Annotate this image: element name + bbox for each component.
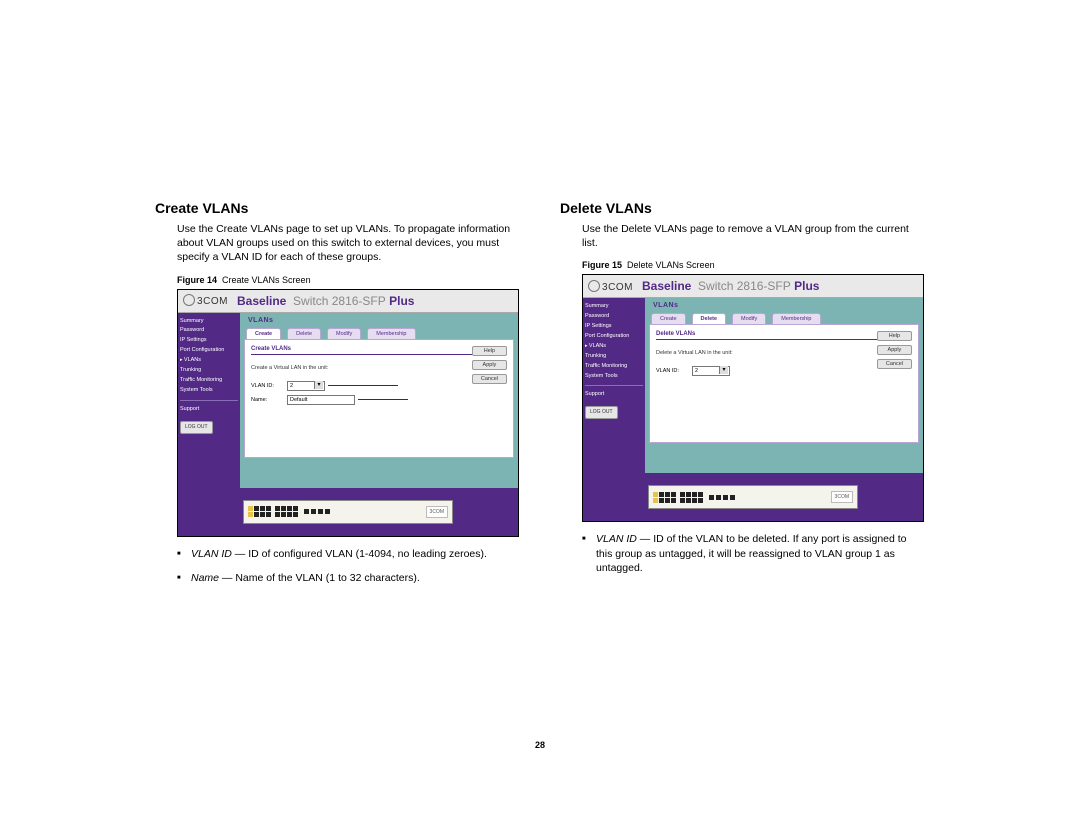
vlanid-select[interactable]: 2 xyxy=(287,381,325,391)
screenshot-create-vlans: 3COM Baseline Switch 2816-SFP Plus Summa… xyxy=(177,289,519,537)
logo-3com: 3COM xyxy=(178,294,233,307)
logo-3com: 3COM xyxy=(583,280,638,293)
vlanid-underline xyxy=(328,385,398,386)
panel-desc: Delete a Virtual LAN in the unit: xyxy=(656,350,912,356)
sidebar-item-trunking[interactable]: Trunking xyxy=(180,366,238,376)
name-label: Name: xyxy=(251,397,287,403)
sidebar-item-traffic[interactable]: Traffic Monitoring xyxy=(585,362,643,372)
bullet-vlanid-delete: VLAN ID — ID of the VLAN to be deleted. … xyxy=(582,532,925,575)
product-banner: Baseline Switch 2816-SFP Plus xyxy=(638,279,923,293)
cancel-button[interactable]: Cancel xyxy=(877,359,912,369)
tab-create[interactable]: Create xyxy=(246,328,281,339)
vlanid-label: VLAN ID: xyxy=(251,383,287,389)
tab-modify[interactable]: Modify xyxy=(732,313,766,324)
sidebar-item-summary[interactable]: Summary xyxy=(585,302,643,312)
tab-membership[interactable]: Membership xyxy=(772,313,820,324)
sidebar-item-traffic[interactable]: Traffic Monitoring xyxy=(180,376,238,386)
vlanid-label: VLAN ID: xyxy=(656,368,692,374)
sidebar-nav: Summary Password IP Settings Port Config… xyxy=(583,298,645,473)
panel-title: Create VLANs xyxy=(251,346,507,355)
help-button[interactable]: Help xyxy=(472,346,507,356)
tab-delete[interactable]: Delete xyxy=(287,328,321,339)
sidebar-item-support[interactable]: Support xyxy=(585,390,643,400)
panel-desc: Create a Virtual LAN in the unit: xyxy=(251,365,507,371)
section-heading-delete: Delete VLANs xyxy=(560,200,925,216)
intro-delete: Use the Delete VLANs page to remove a VL… xyxy=(582,222,925,250)
panel-title: Delete VLANs xyxy=(656,331,912,340)
sidebar-item-system-tools[interactable]: System Tools xyxy=(585,372,643,382)
product-banner: Baseline Switch 2816-SFP Plus xyxy=(233,294,518,308)
logout-button[interactable]: LOG OUT xyxy=(180,421,213,434)
sidebar-nav: Summary Password IP Settings Port Config… xyxy=(178,313,240,488)
sidebar-item-password[interactable]: Password xyxy=(585,312,643,322)
port-status-bar: 3COM xyxy=(243,500,453,524)
sidebar-item-port-config[interactable]: Port Configuration xyxy=(180,346,238,356)
name-underline xyxy=(358,399,408,400)
logout-button[interactable]: LOG OUT xyxy=(585,406,618,419)
cancel-button[interactable]: Cancel xyxy=(472,374,507,384)
section-heading-create: Create VLANs xyxy=(155,200,520,216)
apply-button[interactable]: Apply xyxy=(877,345,912,355)
figure-caption-14: Figure 14 Create VLANs Screen xyxy=(177,275,520,285)
port-logo: 3COM xyxy=(426,506,448,518)
screenshot-delete-vlans: 3COM Baseline Switch 2816-SFP Plus Summa… xyxy=(582,274,924,522)
breadcrumb: VLANs xyxy=(248,317,514,324)
tab-delete[interactable]: Delete xyxy=(692,313,727,324)
sidebar-item-system-tools[interactable]: System Tools xyxy=(180,386,238,396)
intro-create: Use the Create VLANs page to set up VLAN… xyxy=(177,222,520,265)
breadcrumb: VLANs xyxy=(653,302,919,309)
port-status-bar: 3COM xyxy=(648,485,858,509)
sidebar-item-ip-settings[interactable]: IP Settings xyxy=(585,322,643,332)
vlanid-select[interactable]: 2 xyxy=(692,366,730,376)
tab-create[interactable]: Create xyxy=(651,313,686,324)
sidebar-item-password[interactable]: Password xyxy=(180,326,238,336)
apply-button[interactable]: Apply xyxy=(472,360,507,370)
figure-caption-15: Figure 15 Delete VLANs Screen xyxy=(582,260,925,270)
sidebar-item-ip-settings[interactable]: IP Settings xyxy=(180,336,238,346)
bullet-vlanid: VLAN ID — ID of configured VLAN (1-4094,… xyxy=(177,547,520,561)
sidebar-item-summary[interactable]: Summary xyxy=(180,317,238,327)
port-logo: 3COM xyxy=(831,491,853,503)
page-number: 28 xyxy=(155,740,925,750)
help-button[interactable]: Help xyxy=(877,331,912,341)
name-input[interactable]: Default xyxy=(287,395,355,405)
bullet-name: Name — Name of the VLAN (1 to 32 charact… xyxy=(177,571,520,585)
sidebar-item-support[interactable]: Support xyxy=(180,405,238,415)
tab-modify[interactable]: Modify xyxy=(327,328,361,339)
sidebar-item-vlans[interactable]: VLANs xyxy=(180,356,238,366)
tab-membership[interactable]: Membership xyxy=(367,328,415,339)
sidebar-item-trunking[interactable]: Trunking xyxy=(585,352,643,362)
sidebar-item-vlans[interactable]: VLANs xyxy=(585,342,643,352)
sidebar-item-port-config[interactable]: Port Configuration xyxy=(585,332,643,342)
